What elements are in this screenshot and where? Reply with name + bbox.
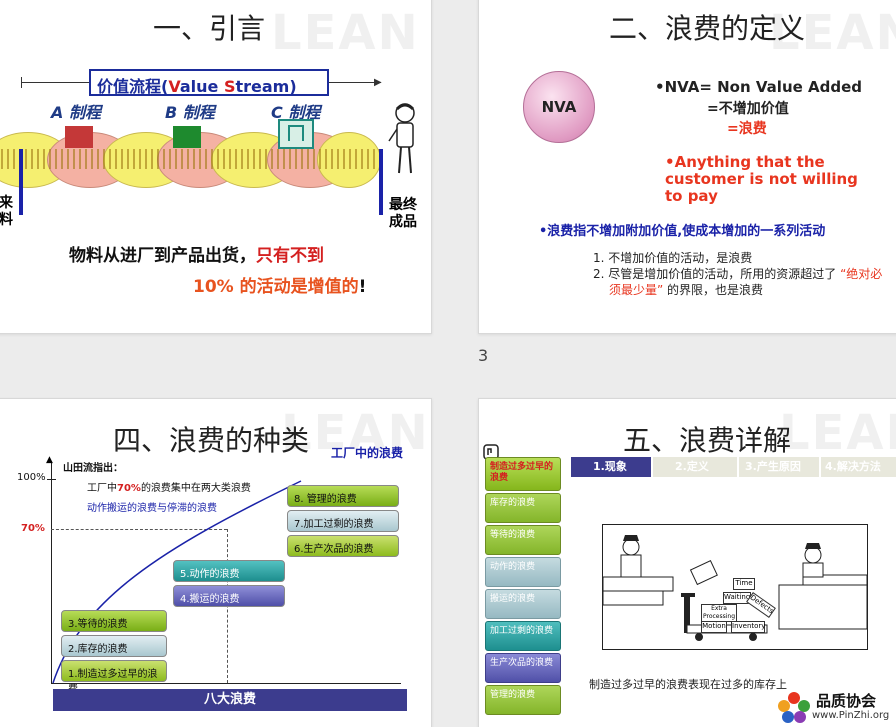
tab-cause[interactable]: 3.产生原因	[739, 457, 819, 477]
side-item-defects[interactable]: 生产次品的浪费	[485, 653, 561, 683]
slide-waste-definition[interactable]: LEAN 二、浪费的定义 NVA •NVA= Non Value Added =…	[478, 0, 896, 334]
logo-url: www.PinZhi.org	[812, 710, 890, 721]
eight-wastes-bar: 八大浪费	[53, 689, 407, 711]
process-c-box	[278, 119, 314, 149]
logo-name: 品质协会	[816, 692, 877, 710]
side-item-motion[interactable]: 动作的浪费	[485, 557, 561, 587]
waste-box-7: 7.加工过剩的浪费	[287, 510, 399, 532]
flower-logo-icon	[778, 692, 810, 723]
label-motion: Motion	[701, 621, 727, 633]
conclusion-black: 物料从进厂到产品出货，	[69, 246, 256, 266]
source-label: 山田流指出：	[63, 463, 123, 474]
arrow-head-icon: ▶	[374, 77, 382, 88]
label-inventory: Inventory	[731, 621, 765, 633]
side-item-inventory[interactable]: 库存的浪费	[485, 493, 561, 523]
waste-box-1: 1.制造过多过早的浪费	[61, 660, 167, 695]
waste-box-5: 5.动作的浪费	[173, 560, 285, 582]
illustration-caption: 制造过多过早的浪费表现在过多的库存上	[589, 678, 787, 691]
slide-title: 二、浪费的定义	[609, 12, 806, 45]
waste-box-8: 8. 管理的浪费	[287, 485, 399, 507]
item2-tail: 的界限，也是浪费	[663, 283, 764, 297]
process-a-label: A 制程	[51, 103, 101, 122]
nva-definition-3: =浪费	[727, 121, 767, 137]
waste-box-4: 4.搬运的浪费	[173, 585, 285, 607]
watermark: LEAN	[779, 405, 896, 461]
page-number: 3	[478, 346, 489, 365]
process-b-label: B 制程	[165, 103, 215, 122]
process-a-box	[65, 126, 93, 148]
watermark: LEAN	[271, 5, 420, 61]
conclusion-line-2: 10% 的活动是增值的!	[193, 272, 366, 297]
conclusion-red: 只有不到	[256, 246, 324, 266]
label-extra-processing: Extra Processing	[701, 604, 737, 622]
belt-overlay	[1, 149, 381, 169]
tab-phenomenon[interactable]: 1.现象	[571, 457, 651, 477]
pinzhi-logo: 品质协会 www.PinZhi.org	[772, 688, 896, 727]
conclusion-percent: 10% 的活动是增值的	[193, 277, 359, 297]
nva-definition-1: •NVA= Non Value Added	[655, 78, 863, 96]
raw-material-label: 来 料	[0, 195, 13, 228]
list-item-1: 1. 不增加价值的活动，是浪费	[593, 251, 753, 265]
worker-icon	[388, 103, 415, 174]
slide-intro[interactable]: LEAN 一、引言 ▶ 价值流程(Value Stream) A 制程 B 制程…	[0, 0, 432, 334]
factory-illustration: Time Waiting Extra Processing Defects Mo…	[602, 524, 868, 650]
label-time: Time	[733, 578, 755, 590]
waste-box-6: 6.生产次品的浪费	[287, 535, 399, 557]
waste-definition: •浪费指不增加附加价值,使成本增加的一系列活动	[539, 224, 826, 239]
side-item-transport[interactable]: 搬运的浪费	[485, 589, 561, 619]
nva-circle: NVA	[523, 71, 595, 143]
item2-red: “绝对必	[840, 267, 883, 281]
vs-v: V	[168, 77, 180, 96]
factory-waste-label: 工厂中的浪费	[331, 446, 404, 460]
slide-waste-types[interactable]: LEAN 四、浪费的种类 工厂中的浪费 山田流指出： 工厂中70%的浪费集中在两…	[0, 398, 432, 727]
side-item-management[interactable]: 管理的浪费	[485, 685, 561, 715]
y-axis-100: 100%	[17, 472, 46, 483]
tab-solution[interactable]: 4.解决方法	[821, 457, 896, 477]
vs-alue: alue	[179, 77, 224, 96]
customer-pay-note: •Anything that the customer is not willi…	[665, 153, 858, 205]
side-item-overprocessing[interactable]: 加工过剩的浪费	[485, 621, 561, 651]
slide-waste-details[interactable]: LEAN 五、浪费详解 制造过多过早的浪费 库存的浪费 等待的浪费 动作的浪费 …	[478, 398, 896, 727]
end-post	[379, 149, 383, 215]
slide-title: 一、引言	[153, 12, 266, 45]
waste-box-2: 2.库存的浪费	[61, 635, 167, 657]
value-stream-label: 价值流程(Value Stream)	[89, 69, 329, 96]
tab-definition[interactable]: 2.定义	[653, 457, 737, 477]
slide-title: 五、浪费详解	[623, 424, 792, 457]
item2-text: 2. 尽管是增加价值的活动，所用的资源超过了	[593, 267, 837, 281]
conclusion-exclaim: !	[358, 277, 367, 297]
process-b-box	[173, 126, 201, 148]
conclusion-line-1: 物料从进厂到产品出货，只有不到	[69, 241, 324, 266]
vs-prefix: 价值流程(	[97, 77, 169, 96]
arrow-tick	[21, 77, 22, 88]
slide-title: 四、浪费的种类	[113, 424, 310, 457]
side-item-overproduction[interactable]: 制造过多过早的浪费	[485, 457, 561, 491]
final-product-label: 最终 成品	[389, 197, 417, 230]
y-axis-70: 70%	[21, 523, 45, 534]
vs-tream: tream)	[235, 77, 297, 96]
start-post	[19, 149, 23, 215]
list-item-2-cont: 须最少量” 的界限，也是浪费	[609, 281, 763, 298]
vs-s: S	[223, 77, 236, 96]
side-item-waiting[interactable]: 等待的浪费	[485, 525, 561, 555]
nva-definition-2: =不增加价值	[707, 101, 789, 117]
list-item-2: 2. 尽管是增加价值的活动，所用的资源超过了 “绝对必	[593, 265, 882, 282]
waste-box-3: 3.等待的浪费	[61, 610, 167, 632]
y-axis-arrow-icon: ▲	[46, 455, 53, 465]
item2-red-cont: 须最少量”	[609, 283, 664, 297]
